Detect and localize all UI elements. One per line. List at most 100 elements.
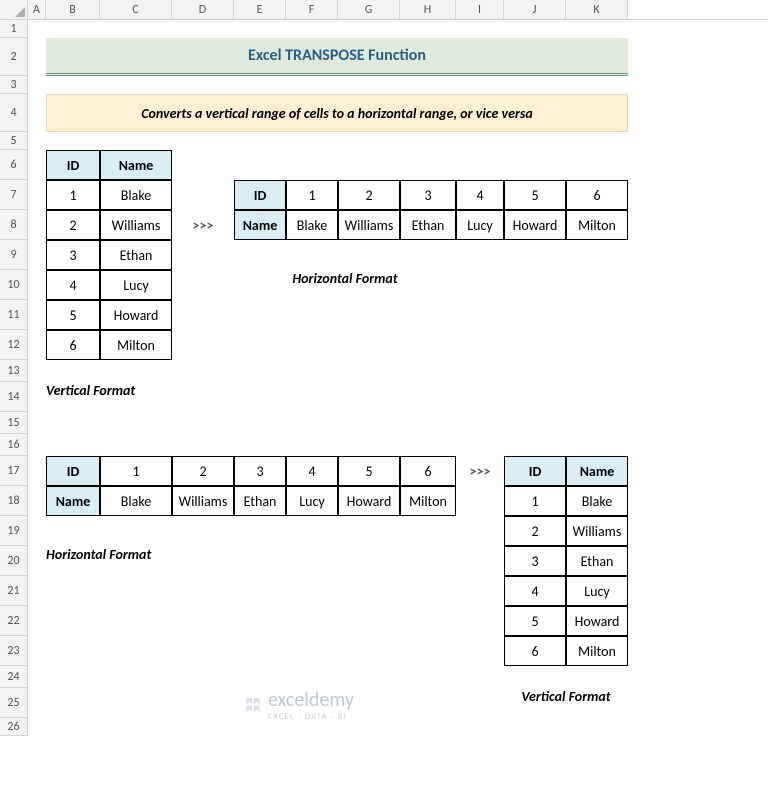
ht1-id-6: 6 — [566, 180, 628, 210]
row-header-8[interactable]: 8 — [0, 210, 28, 240]
vt1-name-4: Lucy — [100, 270, 172, 300]
vt1-id-3: 3 — [46, 240, 100, 270]
column-header-H[interactable]: H — [400, 0, 456, 19]
ht1-header-id: ID — [234, 180, 286, 210]
vt1-header-id: ID — [46, 150, 100, 180]
ht1-name-2: Williams — [338, 210, 400, 240]
vt2-id-3: 3 — [504, 546, 566, 576]
ht2-id-1: 1 — [100, 456, 172, 486]
label-horizontal-1: Horizontal Format — [234, 270, 456, 300]
ht2-id-2: 2 — [172, 456, 234, 486]
ht1-name-1: Blake — [286, 210, 338, 240]
vt2-name-2: Williams — [566, 516, 628, 546]
column-header-A[interactable]: A — [28, 0, 46, 19]
row-header-2[interactable]: 2 — [0, 38, 28, 76]
ht2-header-id: ID — [46, 456, 100, 486]
row-header-15[interactable]: 15 — [0, 412, 28, 434]
row-header-12[interactable]: 12 — [0, 330, 28, 360]
vt2-name-6: Milton — [566, 636, 628, 666]
row-header-1[interactable]: 1 — [0, 20, 28, 38]
row-header-20[interactable]: 20 — [0, 546, 28, 576]
spreadsheet: ABCDEFGHIJK 1234567891011121314151617181… — [0, 0, 768, 20]
row-header-16[interactable]: 16 — [0, 434, 28, 456]
vt1-name-1: Blake — [100, 180, 172, 210]
column-header-E[interactable]: E — [234, 0, 286, 19]
ht2-id-5: 5 — [338, 456, 400, 486]
row-headers: 1234567891011121314151617181920212223242… — [0, 20, 28, 736]
ht2-id-4: 4 — [286, 456, 338, 486]
vt2-name-5: Howard — [566, 606, 628, 636]
vt2-name-4: Lucy — [566, 576, 628, 606]
column-header-C[interactable]: C — [100, 0, 172, 19]
vt2-header-id: ID — [504, 456, 566, 486]
ht1-id-2: 2 — [338, 180, 400, 210]
select-all-corner[interactable] — [0, 0, 28, 20]
vt2-name-3: Ethan — [566, 546, 628, 576]
ht2-id-3: 3 — [234, 456, 286, 486]
vt1-name-6: Milton — [100, 330, 172, 360]
vt1-name-3: Ethan — [100, 240, 172, 270]
ht2-name-2: Williams — [172, 486, 234, 516]
vt1-id-5: 5 — [46, 300, 100, 330]
ht2-name-6: Milton — [400, 486, 456, 516]
page-title: Excel TRANSPOSE Function — [46, 38, 628, 76]
vt1-id-4: 4 — [46, 270, 100, 300]
ht1-name-6: Milton — [566, 210, 628, 240]
vt1-id-2: 2 — [46, 210, 100, 240]
row-header-9[interactable]: 9 — [0, 240, 28, 270]
ht1-id-4: 4 — [456, 180, 504, 210]
column-header-I[interactable]: I — [456, 0, 504, 19]
vt1-header-name: Name — [100, 150, 172, 180]
vt2-id-4: 4 — [504, 576, 566, 606]
vt1-name-5: Howard — [100, 300, 172, 330]
row-header-24[interactable]: 24 — [0, 666, 28, 688]
row-header-4[interactable]: 4 — [0, 94, 28, 132]
row-header-3[interactable]: 3 — [0, 76, 28, 94]
row-header-23[interactable]: 23 — [0, 636, 28, 666]
logo-icon — [244, 696, 262, 714]
row-header-25[interactable]: 25 — [0, 688, 28, 718]
ht1-name-4: Lucy — [456, 210, 504, 240]
ht1-name-3: Ethan — [400, 210, 456, 240]
row-header-19[interactable]: 19 — [0, 516, 28, 546]
page-subtitle: Converts a vertical range of cells to a … — [46, 94, 628, 132]
label-horizontal-2: Horizontal Format — [46, 546, 234, 576]
column-header-K[interactable]: K — [566, 0, 628, 19]
vt2-id-1: 1 — [504, 486, 566, 516]
arrow-icon-2: >>> — [456, 456, 504, 486]
vt2-name-1: Blake — [566, 486, 628, 516]
row-header-17[interactable]: 17 — [0, 456, 28, 486]
vt2-header-name: Name — [566, 456, 628, 486]
vt1-id-6: 6 — [46, 330, 100, 360]
vt2-id-6: 6 — [504, 636, 566, 666]
watermark-logo: exceldemyEXCEL · DATA · BI — [244, 688, 354, 722]
vt2-id-2: 2 — [504, 516, 566, 546]
row-header-22[interactable]: 22 — [0, 606, 28, 636]
row-header-26[interactable]: 26 — [0, 718, 28, 736]
ht1-id-1: 1 — [286, 180, 338, 210]
column-header-G[interactable]: G — [338, 0, 400, 19]
row-header-7[interactable]: 7 — [0, 180, 28, 210]
ht1-id-3: 3 — [400, 180, 456, 210]
arrow-icon-1: >>> — [172, 210, 234, 240]
vt1-id-1: 1 — [46, 180, 100, 210]
row-header-21[interactable]: 21 — [0, 576, 28, 606]
row-header-10[interactable]: 10 — [0, 270, 28, 300]
column-header-F[interactable]: F — [286, 0, 338, 19]
row-header-5[interactable]: 5 — [0, 132, 28, 150]
column-headers: ABCDEFGHIJK — [28, 0, 768, 20]
label-vertical-2: Vertical Format — [504, 688, 628, 718]
label-vertical-1: Vertical Format — [46, 382, 172, 412]
vt1-name-2: Williams — [100, 210, 172, 240]
column-header-D[interactable]: D — [172, 0, 234, 19]
row-header-14[interactable]: 14 — [0, 382, 28, 412]
row-header-13[interactable]: 13 — [0, 360, 28, 382]
ht2-name-1: Blake — [100, 486, 172, 516]
ht2-name-5: Howard — [338, 486, 400, 516]
column-header-B[interactable]: B — [46, 0, 100, 19]
row-header-18[interactable]: 18 — [0, 486, 28, 516]
ht2-name-4: Lucy — [286, 486, 338, 516]
column-header-J[interactable]: J — [504, 0, 566, 19]
row-header-6[interactable]: 6 — [0, 150, 28, 180]
row-header-11[interactable]: 11 — [0, 300, 28, 330]
